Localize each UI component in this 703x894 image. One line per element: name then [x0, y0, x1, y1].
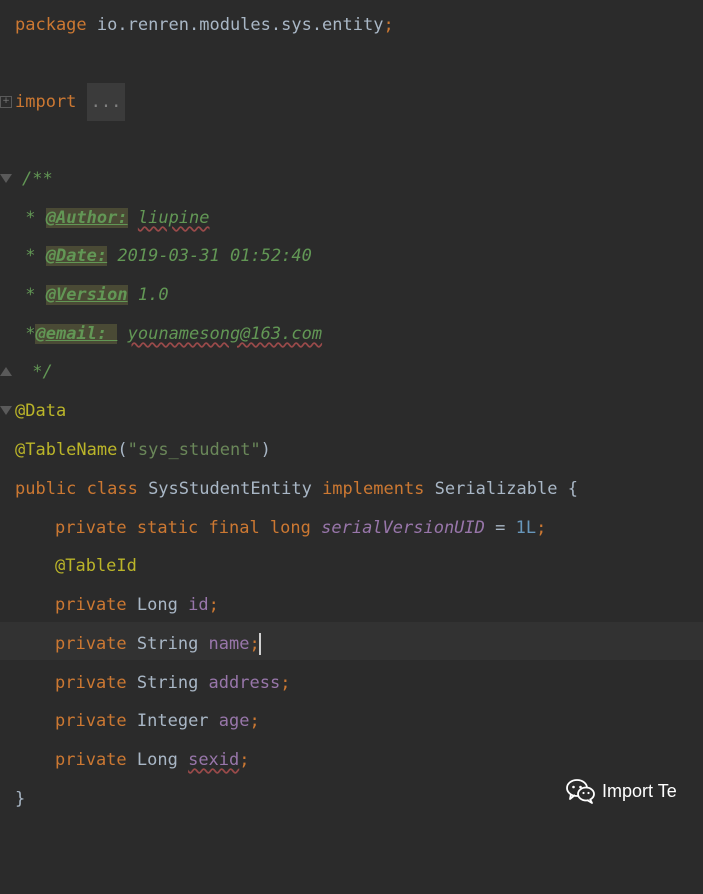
doc-tag-email: @email:	[35, 324, 118, 344]
semicolon: ;	[280, 673, 291, 693]
code-line-field-address: private String address;	[0, 664, 703, 702]
code-line-field-name-current: private String name;	[0, 622, 703, 660]
annotation-data: @Data	[15, 401, 67, 421]
keyword-private: private	[55, 750, 127, 770]
semicolon: ;	[383, 15, 394, 35]
doc-email-value: younamesong@163.com	[127, 324, 323, 344]
doc-close: */	[22, 362, 53, 382]
keyword-private: private	[55, 595, 127, 615]
code-line-data-annotation: @Data	[0, 392, 703, 430]
code-line-doc-version: * @Version 1.0	[0, 276, 703, 314]
wechat-icon	[566, 779, 595, 804]
watermark-text: Import Te	[602, 780, 677, 801]
doc-open: /**	[22, 169, 53, 189]
keyword-import: import	[15, 92, 77, 112]
code-line-doc-date: * @Date: 2019-03-31 01:52:40	[0, 237, 703, 275]
close-brace: }	[15, 789, 26, 809]
operator-equals: =	[484, 518, 516, 538]
keyword-modifiers: private static final long	[55, 518, 311, 538]
fold-collapse-icon[interactable]	[0, 406, 12, 415]
type-string: String	[126, 634, 209, 654]
paren-open: (	[117, 440, 128, 460]
keyword-private: private	[55, 711, 127, 731]
number-literal: 1L	[515, 518, 537, 538]
code-line-doc-author: * @Author: liupine	[0, 199, 703, 237]
doc-star: *	[15, 285, 46, 305]
semicolon: ;	[239, 750, 250, 770]
tablename-string: "sys_student"	[127, 440, 261, 460]
code-line-field-id: private Long id;	[0, 586, 703, 624]
semicolon: ;	[249, 711, 260, 731]
code-line-field-sexid: private Long sexid;	[0, 741, 703, 779]
paren-close: )	[260, 440, 271, 460]
code-line-doc-close: */	[0, 353, 703, 391]
doc-star: *	[15, 246, 46, 266]
field-serial-version-uid: serialVersionUID	[321, 518, 485, 538]
doc-tag-date: @Date:	[45, 246, 108, 266]
doc-tag-version: @Version	[45, 285, 128, 305]
keyword-private: private	[55, 634, 127, 654]
watermark: Import Te	[566, 776, 677, 806]
code-line-serial-version: private static final long serialVersionU…	[0, 509, 703, 547]
doc-star: *	[15, 208, 46, 228]
fold-expand-icon[interactable]: +	[0, 96, 12, 108]
class-name: SysStudentEntity	[137, 479, 323, 499]
type-integer: Integer	[126, 711, 219, 731]
type-long: Long	[126, 750, 189, 770]
code-line-import: + import ...	[0, 83, 703, 121]
code-line-class-declaration: public class SysStudentEntity implements…	[0, 470, 703, 508]
text-caret	[258, 633, 261, 655]
doc-tag-author: @Author:	[45, 208, 128, 228]
field-address: address	[208, 673, 281, 693]
code-editor[interactable]: package io.renren.modules.sys.entity; + …	[0, 0, 703, 824]
type-string: String	[126, 673, 209, 693]
doc-version-value: 1.0	[127, 285, 169, 305]
semicolon: ;	[208, 595, 219, 615]
field-sexid: sexid	[188, 750, 240, 770]
doc-author-value: liupine	[137, 208, 210, 228]
code-line-doc-open: /**	[0, 160, 703, 198]
keyword-private: private	[55, 673, 127, 693]
annotation-tablename: @TableName	[15, 440, 118, 460]
field-name: name	[208, 634, 250, 654]
field-age: age	[218, 711, 250, 731]
code-line-tableid-annotation: @TableId	[0, 547, 703, 585]
annotation-tableid: @TableId	[55, 556, 137, 576]
semicolon: ;	[536, 518, 547, 538]
fold-end-icon[interactable]	[0, 367, 12, 376]
keyword-package: package	[15, 15, 87, 35]
code-line-package: package io.renren.modules.sys.entity;	[0, 6, 703, 44]
doc-date-value: 2019-03-31 01:52:40	[107, 246, 312, 266]
fold-collapse-icon[interactable]	[0, 174, 12, 183]
doc-star: *	[15, 324, 36, 344]
keyword-implements: implements	[322, 479, 425, 499]
type-long: Long	[126, 595, 189, 615]
code-line-doc-email: *@email: younamesong@163.com	[0, 315, 703, 353]
import-fold-placeholder[interactable]: ...	[86, 83, 126, 121]
code-line-field-age: private Integer age;	[0, 702, 703, 740]
field-id: id	[188, 595, 209, 615]
keyword-public-class: public class	[15, 479, 138, 499]
code-line-tablename-annotation: @TableName("sys_student")	[0, 431, 703, 469]
interface-name: Serializable {	[424, 479, 578, 499]
package-name: io.renren.modules.sys.entity	[86, 15, 384, 35]
